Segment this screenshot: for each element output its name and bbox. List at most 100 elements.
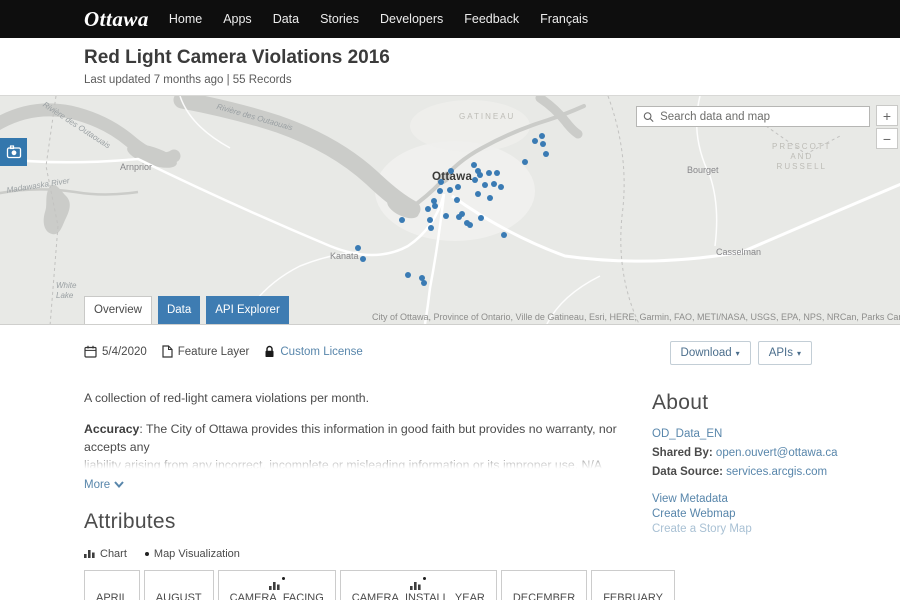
nav-item-data[interactable]: Data: [273, 12, 299, 26]
attribute-card-camera-facing[interactable]: CAMERA_FACINGText: [218, 570, 336, 600]
date-meta: 5/4/2020: [84, 345, 147, 358]
map-point[interactable]: [437, 188, 443, 194]
map-point[interactable]: [421, 280, 427, 286]
map-point[interactable]: [475, 191, 481, 197]
map-screenshot-button[interactable]: [0, 138, 27, 166]
map-point[interactable]: [405, 272, 411, 278]
layer-type-meta: Feature Layer: [162, 345, 250, 358]
map-point[interactable]: [443, 213, 449, 219]
legend-chart: Chart: [84, 548, 127, 561]
zoom-in-button[interactable]: +: [876, 105, 898, 126]
ottawa-logo[interactable]: Ottawa: [84, 7, 149, 32]
zoom-out-button[interactable]: −: [876, 128, 898, 149]
search-input[interactable]: [660, 111, 869, 123]
attributes-heading: Attributes: [84, 510, 640, 534]
shared-by-line: Shared By: open.ouvert@ottawa.ca: [652, 446, 840, 461]
map-point[interactable]: [501, 232, 507, 238]
attribute-name: DECEMBER: [513, 592, 575, 600]
action-buttons: Download▾ APIs▾: [670, 341, 812, 365]
map-point[interactable]: [427, 217, 433, 223]
attribute-card-april[interactable]: APRILText: [84, 570, 140, 600]
attribute-card-august[interactable]: AUGUSTText: [144, 570, 214, 600]
custom-license-link[interactable]: Custom License: [280, 346, 362, 358]
shared-by-link[interactable]: open.ouvert@ottawa.ca: [716, 447, 838, 459]
map-point[interactable]: [478, 215, 484, 221]
map-point[interactable]: [539, 133, 545, 139]
layer-type-value: Feature Layer: [178, 346, 250, 358]
link-create-a-story-map[interactable]: Create a Story Map: [652, 522, 840, 537]
link-create-webmap[interactable]: Create Webmap: [652, 507, 840, 522]
about-heading: About: [652, 391, 840, 415]
nav-item-home[interactable]: Home: [169, 12, 202, 26]
map-point[interactable]: [471, 162, 477, 168]
map-point[interactable]: [472, 177, 478, 183]
map-point[interactable]: [494, 170, 500, 176]
top-nav-bar: Ottawa Home Apps Data Stories Developers Feed…: [0, 0, 900, 38]
map-point[interactable]: [360, 256, 366, 262]
map-point[interactable]: [540, 141, 546, 147]
map-point[interactable]: [428, 225, 434, 231]
title-bar: Red Light Camera Violations 2016 Last up…: [0, 38, 900, 95]
attribution-text: City of Ottawa, Province of Ontario, Vil…: [372, 312, 900, 322]
map-point[interactable]: [459, 211, 465, 217]
download-button[interactable]: Download▾: [670, 341, 751, 365]
map-point[interactable]: [455, 184, 461, 190]
map-point[interactable]: [355, 245, 361, 251]
link-view-metadata[interactable]: View Metadata: [652, 492, 840, 507]
map-point[interactable]: [467, 222, 473, 228]
tab-overview[interactable]: Overview: [84, 296, 152, 324]
map-canvas[interactable]: GATINEAUPRESCOTT AND RUSSELLOttawaArnpri…: [0, 95, 900, 325]
map-point[interactable]: [432, 203, 438, 209]
card-icons: [352, 577, 485, 590]
about-links: View MetadataCreate WebmapCreate a Story…: [652, 492, 840, 537]
attribute-name: AUGUST: [156, 592, 202, 600]
map-point[interactable]: [482, 182, 488, 188]
map-point[interactable]: [477, 172, 483, 178]
map-geography: [0, 96, 900, 325]
page: Ottawa Home Apps Data Stories Developers Feed…: [0, 0, 900, 600]
map-label-casselman: Casselman: [716, 247, 761, 258]
dataset-link[interactable]: OD_Data_EN: [652, 427, 840, 442]
zoom-controls: + −: [876, 105, 898, 151]
chevron-down-icon: [114, 481, 124, 488]
nav-item-developers[interactable]: Developers: [380, 12, 443, 26]
page-title: Red Light Camera Violations 2016: [84, 47, 900, 69]
caret-down-icon: ▾: [797, 349, 801, 358]
map-label-bourget: Bourget: [687, 165, 719, 176]
camera-icon: [6, 145, 22, 159]
map-search[interactable]: [636, 106, 870, 127]
map-point[interactable]: [454, 197, 460, 203]
attribute-card-december[interactable]: DECEMBERText: [501, 570, 587, 600]
map-point[interactable]: [399, 217, 405, 223]
map-point[interactable]: [487, 195, 493, 201]
map-point[interactable]: [486, 170, 492, 176]
map-point[interactable]: [425, 206, 431, 212]
tab-data[interactable]: Data: [158, 296, 200, 324]
nav-item-feedback[interactable]: Feedback: [464, 12, 519, 26]
map-point[interactable]: [448, 168, 454, 174]
nav-item-stories[interactable]: Stories: [320, 12, 359, 26]
main-content: 5/4/2020 Feature Layer Custom License Do…: [0, 325, 900, 600]
nav-item-apps[interactable]: Apps: [223, 12, 252, 26]
more-link[interactable]: More: [84, 479, 124, 491]
map-point[interactable]: [438, 179, 444, 185]
map-point[interactable]: [447, 187, 453, 193]
data-source-line: Data Source: services.arcgis.com: [652, 465, 840, 480]
map-point[interactable]: [491, 181, 497, 187]
map-label-gatineau: GATINEAU: [459, 112, 515, 122]
tab-api-explorer[interactable]: API Explorer: [206, 296, 289, 324]
nav-item-fran-ais[interactable]: Français: [540, 12, 588, 26]
attribute-card-camera-install-year[interactable]: CAMERA_INSTALL_YEARNumber: [340, 570, 497, 600]
legend-map: Map Visualization: [145, 548, 240, 560]
map-point[interactable]: [498, 184, 504, 190]
map-point[interactable]: [522, 159, 528, 165]
accuracy-label: Accuracy: [84, 422, 139, 436]
apis-button[interactable]: APIs▾: [758, 341, 812, 365]
map-point[interactable]: [532, 138, 538, 144]
map-point[interactable]: [543, 151, 549, 157]
lock-icon: [264, 345, 275, 358]
data-source-link[interactable]: services.arcgis.com: [726, 466, 827, 478]
about-column: About OD_Data_EN Shared By: open.ouvert@…: [640, 391, 840, 600]
caret-down-icon: ▾: [736, 349, 740, 358]
map-label-white: White Lake: [56, 281, 76, 301]
